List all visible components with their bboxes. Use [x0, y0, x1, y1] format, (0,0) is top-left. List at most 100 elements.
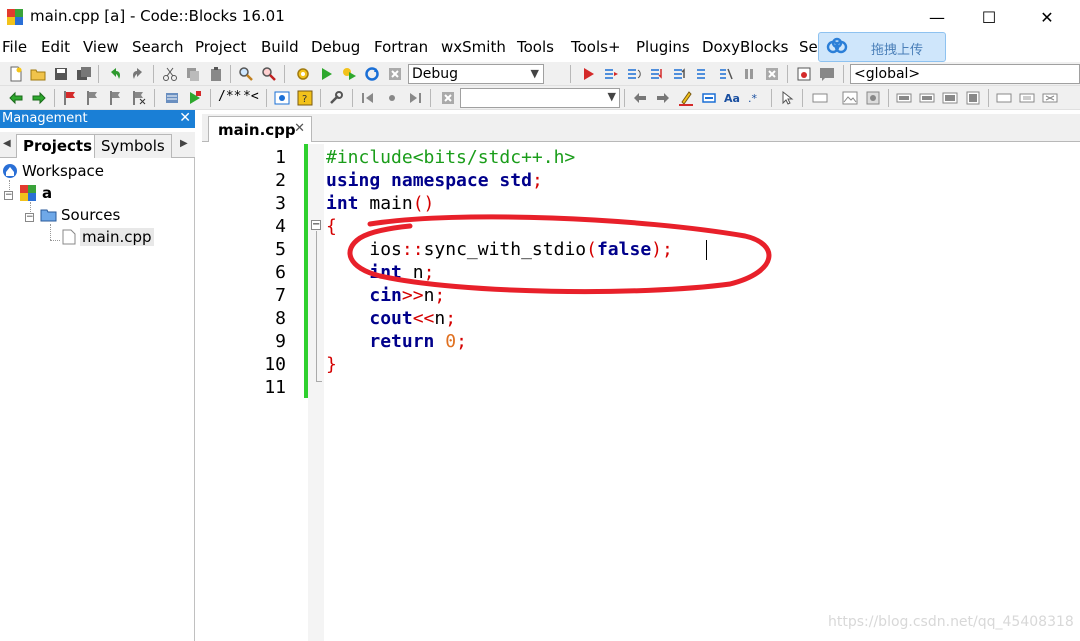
selected-text-only-icon[interactable]: [701, 90, 717, 106]
collapse-icon[interactable]: −: [4, 191, 13, 200]
dot-marker-icon[interactable]: [384, 90, 400, 106]
search-prev-icon[interactable]: [632, 90, 648, 106]
jump-back-icon[interactable]: [8, 90, 24, 106]
pointer-icon[interactable]: [779, 90, 795, 106]
tree-project[interactable]: a: [20, 184, 52, 202]
paste-icon[interactable]: [208, 66, 224, 82]
stop-debug-icon[interactable]: [764, 66, 780, 82]
build-target-select[interactable]: Debug ▼: [408, 64, 544, 84]
debug-windows-icon[interactable]: [796, 66, 812, 82]
jump-prev-change-icon[interactable]: [360, 90, 376, 106]
close-icon[interactable]: ✕: [179, 110, 191, 126]
jump-forward-icon[interactable]: [31, 90, 47, 106]
build-gear-icon[interactable]: [295, 66, 311, 82]
incremental-search-input[interactable]: ▼: [460, 88, 620, 108]
fold-collapse-icon[interactable]: −: [311, 220, 321, 230]
wx-sizer4-icon[interactable]: [965, 90, 981, 106]
clear-search-icon[interactable]: [440, 90, 456, 106]
wx-sizer2-icon[interactable]: [919, 90, 935, 106]
menu-build[interactable]: Build: [261, 38, 299, 56]
close-button[interactable]: ✕: [1018, 0, 1076, 34]
doxy-line-comment-button[interactable]: *<: [243, 89, 259, 104]
build-and-run-icon[interactable]: [341, 66, 357, 82]
step-out-icon[interactable]: [672, 66, 688, 82]
wx-image-icon[interactable]: [842, 90, 858, 106]
menu-file[interactable]: File: [2, 38, 27, 56]
extract-docs-icon[interactable]: [187, 90, 203, 106]
clear-bookmarks-icon[interactable]: [131, 90, 147, 106]
chevron-left-icon[interactable]: ◀: [3, 138, 11, 149]
rebuild-icon[interactable]: [364, 66, 380, 82]
step-into-instruction-icon[interactable]: [718, 66, 734, 82]
highlight-icon[interactable]: [678, 90, 694, 106]
menu-wxsmith[interactable]: wxSmith: [441, 38, 506, 56]
window-title: main.cpp [a] - Code::Blocks 16.01: [30, 7, 285, 25]
doxy-html-icon[interactable]: [274, 90, 290, 106]
chevron-right-icon[interactable]: ▶: [180, 138, 188, 149]
wx-button1-icon[interactable]: [996, 90, 1012, 106]
tree-folder-sources[interactable]: Sources: [40, 206, 120, 224]
open-folder-icon[interactable]: [30, 66, 46, 82]
prev-bookmark-icon[interactable]: [85, 90, 101, 106]
tree-file-main[interactable]: main.cpp: [62, 228, 154, 246]
debug-start-icon[interactable]: [580, 66, 596, 82]
menu-edit[interactable]: Edit: [41, 38, 70, 56]
tab-symbols[interactable]: Symbols: [94, 134, 172, 158]
run-to-cursor-icon[interactable]: [603, 66, 619, 82]
minimize-button[interactable]: —: [908, 0, 966, 34]
close-icon[interactable]: ✕: [294, 121, 305, 136]
wx-button3-icon[interactable]: [1042, 90, 1058, 106]
menu-fortran[interactable]: Fortran: [374, 38, 428, 56]
doxy-chm-icon[interactable]: ?: [297, 90, 313, 106]
code-editor[interactable]: 1 2 3 4 5 6 7 8 9 10 11 − #include<bits/…: [206, 144, 1080, 641]
cut-icon[interactable]: [162, 66, 178, 82]
debug-info-icon[interactable]: [819, 66, 835, 82]
menu-tools-plus[interactable]: Tools+: [571, 38, 621, 56]
toggle-bookmark-icon[interactable]: [62, 90, 78, 106]
run-icon[interactable]: [318, 66, 334, 82]
match-case-icon[interactable]: Aa: [724, 90, 740, 106]
tree-workspace[interactable]: Workspace: [2, 162, 104, 180]
copy-icon[interactable]: [185, 66, 201, 82]
upload-widget[interactable]: 拖拽上传: [818, 32, 946, 62]
wx-bitmap-icon[interactable]: [865, 90, 881, 106]
menu-doxyblocks[interactable]: DoxyBlocks: [702, 38, 788, 56]
maximize-button[interactable]: ☐: [960, 0, 1018, 34]
pause-icon[interactable]: [741, 66, 757, 82]
next-bookmark-icon[interactable]: [108, 90, 124, 106]
search-next-icon[interactable]: [655, 90, 671, 106]
wx-sizer1-icon[interactable]: [896, 90, 912, 106]
step-into-icon[interactable]: [649, 66, 665, 82]
save-icon[interactable]: [53, 66, 69, 82]
redo-icon[interactable]: [130, 66, 146, 82]
wx-sizer3-icon[interactable]: [942, 90, 958, 106]
wx-panel-icon[interactable]: [812, 90, 828, 106]
abort-icon[interactable]: [387, 66, 403, 82]
menu-search[interactable]: Search: [132, 38, 184, 56]
menu-debug[interactable]: Debug: [311, 38, 360, 56]
regex-icon[interactable]: .*: [747, 90, 763, 106]
next-instruction-icon[interactable]: [695, 66, 711, 82]
doxywizard-icon[interactable]: [164, 90, 180, 106]
undo-icon[interactable]: [107, 66, 123, 82]
doxy-block-comment-button[interactable]: /**: [218, 89, 241, 104]
next-line-icon[interactable]: [626, 66, 642, 82]
wrench-icon[interactable]: [328, 90, 344, 106]
tab-projects[interactable]: Projects: [16, 134, 100, 159]
menu-project[interactable]: Project: [195, 38, 246, 56]
menu-view[interactable]: View: [83, 38, 119, 56]
save-all-icon[interactable]: [76, 66, 92, 82]
jump-next-change-icon[interactable]: [407, 90, 423, 106]
tab-main-cpp[interactable]: main.cpp ✕: [208, 116, 312, 142]
menu-plugins[interactable]: Plugins: [636, 38, 690, 56]
menu-settings[interactable]: Se: [799, 38, 818, 56]
svg-text:?: ?: [302, 94, 307, 105]
menu-tools[interactable]: Tools: [517, 38, 554, 56]
line-number: 5: [275, 239, 286, 260]
new-file-icon[interactable]: [8, 66, 24, 82]
wx-button2-icon[interactable]: [1019, 90, 1035, 106]
collapse-icon[interactable]: −: [25, 213, 34, 222]
find-icon[interactable]: [238, 66, 254, 82]
replace-icon[interactable]: [261, 66, 277, 82]
scope-select[interactable]: <global>: [850, 64, 1080, 84]
